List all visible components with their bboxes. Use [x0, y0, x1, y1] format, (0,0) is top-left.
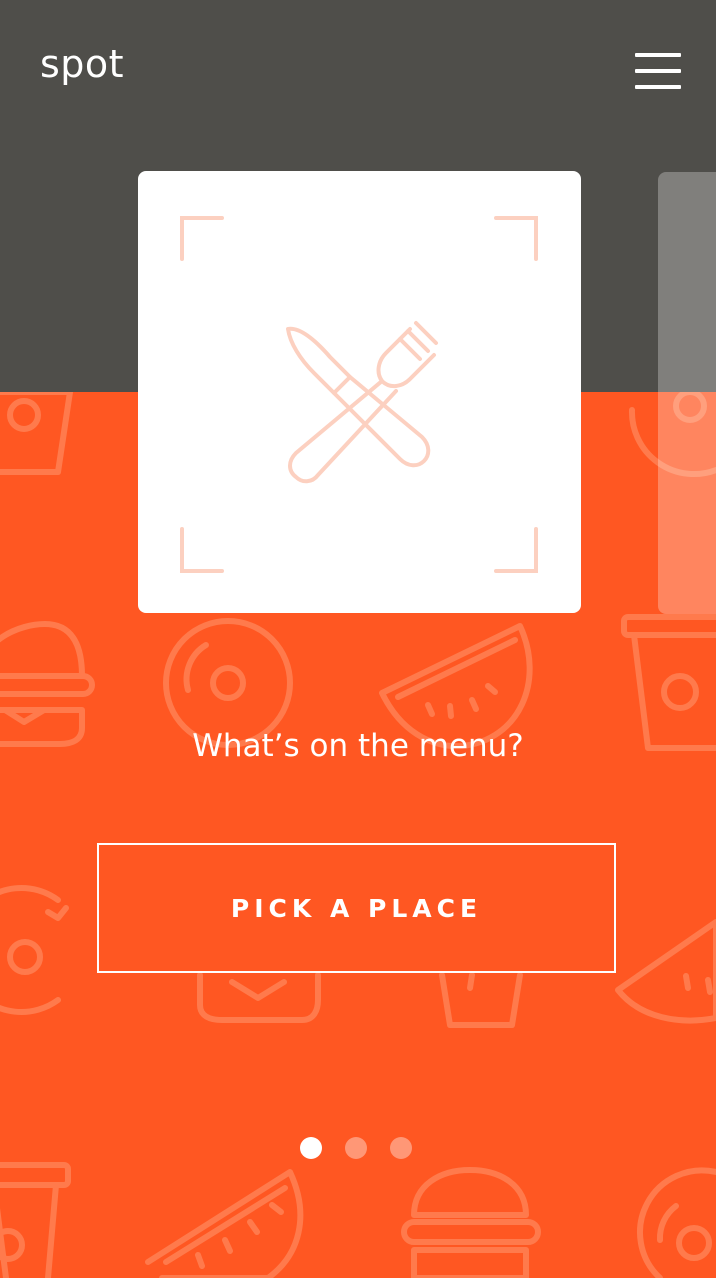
next-card-peek[interactable]	[658, 172, 716, 614]
watermelon-icon	[615, 919, 716, 1024]
menu-prompt-text: What’s on the menu?	[192, 728, 524, 764]
hamburger-menu-button[interactable]	[630, 50, 686, 94]
pagination-dot-1[interactable]	[300, 1137, 322, 1159]
burger-icon	[0, 621, 95, 747]
donut-icon	[637, 1167, 716, 1278]
donut-icon	[163, 618, 293, 748]
pagination-dot-2[interactable]	[345, 1137, 367, 1159]
pagination-dots	[300, 1137, 420, 1161]
carousel-card[interactable]	[138, 171, 581, 613]
cup-icon	[439, 972, 523, 1028]
donut-icon	[0, 885, 69, 1015]
app-logo[interactable]: spot	[40, 42, 124, 86]
pagination-dot-3[interactable]	[390, 1137, 412, 1159]
cup-icon	[0, 1162, 71, 1278]
watermelon-icon	[145, 1169, 304, 1278]
fork-knife-icon	[286, 321, 438, 484]
pick-a-place-button[interactable]: PICK A PLACE	[97, 843, 616, 973]
burger-icon	[401, 1167, 541, 1278]
burger-icon	[197, 972, 321, 1023]
cup-icon	[0, 392, 73, 475]
